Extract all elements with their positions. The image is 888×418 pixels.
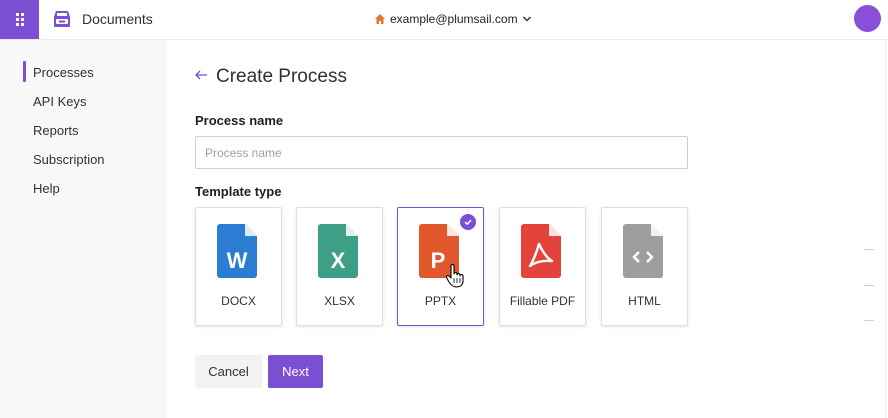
excel-file-icon: X <box>318 224 358 278</box>
sidebar-item-help[interactable]: Help <box>33 181 60 197</box>
account-selector[interactable]: example@plumsail.com <box>374 10 532 28</box>
template-type-label: Template type <box>195 184 282 199</box>
page-title: Create Process <box>216 66 347 87</box>
scrollbar[interactable] <box>885 40 886 418</box>
active-indicator <box>23 61 26 82</box>
template-card-docx[interactable]: W DOCX <box>195 207 282 326</box>
template-card-fillable-pdf[interactable]: Fillable PDF <box>499 207 586 326</box>
word-file-icon: W <box>217 224 257 278</box>
template-card-label: HTML <box>628 294 661 308</box>
sidebar-item-subscription[interactable]: Subscription <box>33 152 105 168</box>
sidebar-item-api-keys[interactable]: API Keys <box>33 94 86 110</box>
pdf-file-icon <box>521 224 561 278</box>
template-card-label: PPTX <box>424 294 457 308</box>
sidebar: Processes API Keys Reports Subscription … <box>0 40 167 418</box>
avatar[interactable] <box>854 5 881 32</box>
top-bar: Documents example@plumsail.com <box>0 0 888 40</box>
documents-tray-icon <box>54 11 70 27</box>
template-card-label: XLSX <box>324 294 355 308</box>
brand[interactable]: Documents <box>52 8 153 30</box>
sidebar-item-processes[interactable]: Processes <box>33 65 94 81</box>
app-title: Documents <box>82 11 153 27</box>
process-name-input[interactable] <box>195 136 688 169</box>
sidebar-item-reports[interactable]: Reports <box>33 123 79 139</box>
account-email: example@plumsail.com <box>390 12 518 26</box>
app-launcher-grid-icon <box>15 13 24 26</box>
cancel-button[interactable]: Cancel <box>195 355 262 388</box>
template-card-html[interactable]: HTML <box>601 207 688 326</box>
template-card-label: Fillable PDF <box>509 294 576 308</box>
svg-text:P: P <box>431 248 446 273</box>
html-file-icon <box>623 224 663 278</box>
app-launcher-button[interactable] <box>0 0 39 39</box>
divider <box>864 285 874 286</box>
next-button[interactable]: Next <box>268 355 323 388</box>
process-name-label: Process name <box>195 113 284 128</box>
template-card-pptx[interactable]: P PPTX <box>397 207 484 326</box>
template-card-label: DOCX <box>221 294 256 308</box>
svg-text:X: X <box>331 248 346 273</box>
back-arrow-icon[interactable] <box>194 68 208 82</box>
checkmark-icon <box>460 214 476 230</box>
template-card-xlsx[interactable]: X XLSX <box>296 207 383 326</box>
chevron-down-icon <box>522 16 531 22</box>
divider <box>864 320 874 321</box>
powerpoint-file-icon: P <box>419 224 459 278</box>
divider <box>864 249 874 250</box>
svg-text:W: W <box>227 248 248 273</box>
home-icon <box>375 14 385 24</box>
